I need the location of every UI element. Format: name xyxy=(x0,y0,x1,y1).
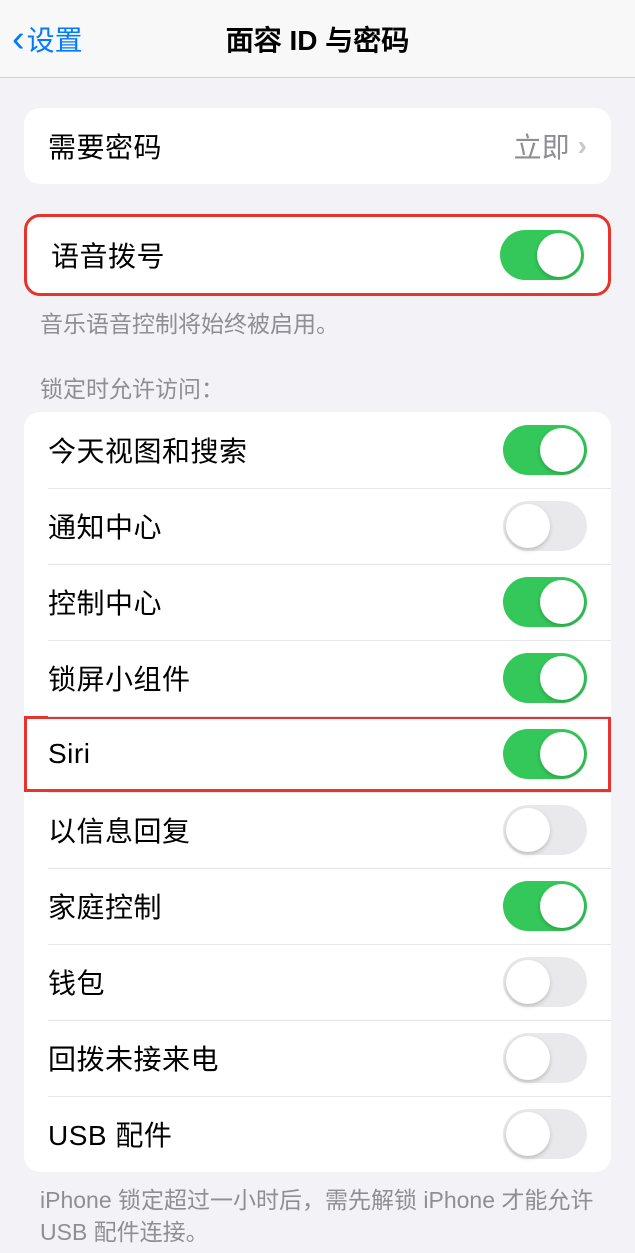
back-button[interactable]: ‹ 设置 xyxy=(12,19,83,59)
lock-access-row: 锁屏小组件 xyxy=(24,640,611,716)
lock-access-label: 控制中心 xyxy=(48,582,162,622)
lock-access-row: Siri xyxy=(24,716,611,792)
lock-access-row: USB 配件 xyxy=(24,1096,611,1172)
lock-access-label: 通知中心 xyxy=(48,506,162,546)
lock-access-label: 家庭控制 xyxy=(48,886,162,926)
lock-access-toggle[interactable] xyxy=(503,577,587,627)
back-label: 设置 xyxy=(27,19,83,59)
toggle-knob xyxy=(540,656,584,700)
toggle-knob xyxy=(506,808,550,852)
lock-access-label: USB 配件 xyxy=(48,1114,172,1154)
lock-access-toggle[interactable] xyxy=(503,425,587,475)
lock-access-toggle[interactable] xyxy=(503,653,587,703)
lock-access-label: 回拨未接来电 xyxy=(48,1038,219,1078)
lock-access-footer: iPhone 锁定超过一小时后，需先解锁 iPhone 才能允许 USB 配件连… xyxy=(0,1172,635,1248)
chevron-left-icon: ‹ xyxy=(12,20,25,58)
lock-access-label: 今天视图和搜索 xyxy=(48,430,248,470)
toggle-knob xyxy=(506,960,550,1004)
toggle-knob xyxy=(537,233,581,277)
lock-access-label: 钱包 xyxy=(48,962,105,1002)
toggle-knob xyxy=(506,1112,550,1156)
toggle-knob xyxy=(540,884,584,928)
lock-access-label: Siri xyxy=(48,738,90,770)
lock-access-header: 锁定时允许访问： xyxy=(0,340,635,412)
lock-access-row: 控制中心 xyxy=(24,564,611,640)
lock-access-toggle[interactable] xyxy=(503,805,587,855)
voice-dial-toggle[interactable] xyxy=(500,230,584,280)
lock-access-row: 回拨未接来电 xyxy=(24,1020,611,1096)
require-passcode-label: 需要密码 xyxy=(48,126,162,166)
lock-access-row: 以信息回复 xyxy=(24,792,611,868)
voice-dial-group: 语音拨号 xyxy=(24,214,611,296)
lock-access-toggle[interactable] xyxy=(503,881,587,931)
voice-dial-row: 语音拨号 xyxy=(27,217,608,293)
toggle-knob xyxy=(540,732,584,776)
lock-access-row: 家庭控制 xyxy=(24,868,611,944)
toggle-knob xyxy=(506,504,550,548)
lock-access-row: 通知中心 xyxy=(24,488,611,564)
navigation-bar: ‹ 设置 面容 ID 与密码 xyxy=(0,0,635,78)
lock-access-toggle[interactable] xyxy=(503,1109,587,1159)
lock-access-label: 以信息回复 xyxy=(48,810,191,850)
lock-access-row: 钱包 xyxy=(24,944,611,1020)
require-passcode-value: 立即 xyxy=(514,126,570,166)
chevron-right-icon: › xyxy=(578,130,587,162)
toggle-knob xyxy=(540,428,584,472)
lock-access-toggle[interactable] xyxy=(503,1033,587,1083)
lock-access-toggle[interactable] xyxy=(503,729,587,779)
lock-access-toggle[interactable] xyxy=(503,957,587,1007)
toggle-knob xyxy=(540,580,584,624)
voice-dial-label: 语音拨号 xyxy=(51,235,165,275)
require-passcode-row[interactable]: 需要密码 立即 › xyxy=(24,108,611,184)
lock-access-group: 今天视图和搜索通知中心控制中心锁屏小组件 Siri 以信息回复家庭控制钱包回拨未接来… xyxy=(24,412,611,1172)
lock-access-row: 今天视图和搜索 xyxy=(24,412,611,488)
voice-dial-footer: 音乐语音控制将始终被启用。 xyxy=(0,296,635,340)
require-passcode-group: 需要密码 立即 › xyxy=(24,108,611,184)
lock-access-label: 锁屏小组件 xyxy=(48,658,191,698)
lock-access-toggle[interactable] xyxy=(503,501,587,551)
page-title: 面容 ID 与密码 xyxy=(226,19,410,59)
toggle-knob xyxy=(506,1036,550,1080)
